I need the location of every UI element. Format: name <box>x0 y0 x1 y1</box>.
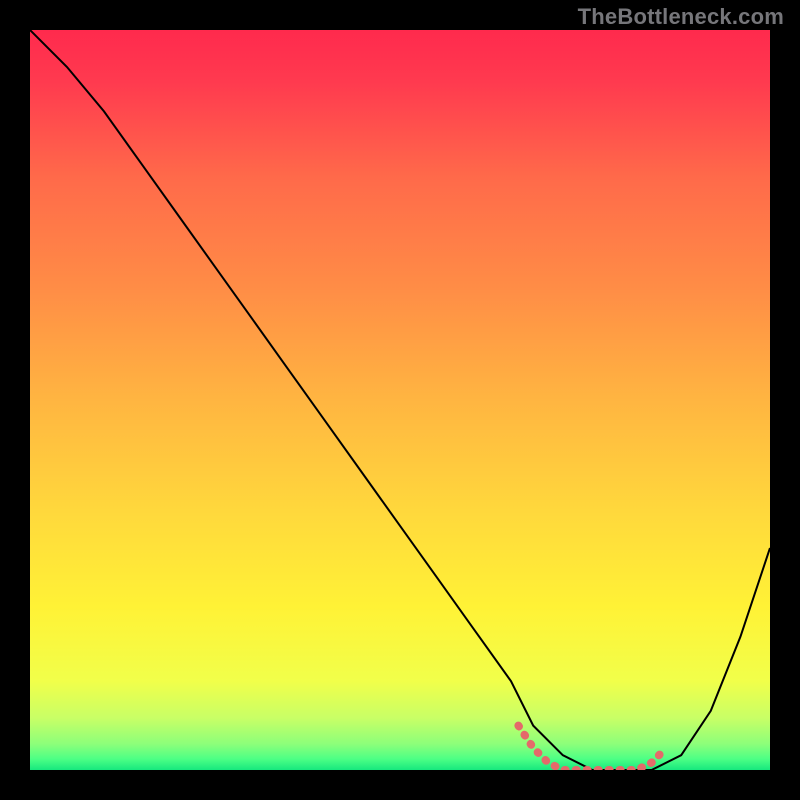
chart-background <box>30 30 770 770</box>
chart-frame: TheBottleneck.com <box>0 0 800 800</box>
attribution-text: TheBottleneck.com <box>578 4 784 30</box>
chart-plot-area <box>30 30 770 770</box>
chart-svg <box>30 30 770 770</box>
